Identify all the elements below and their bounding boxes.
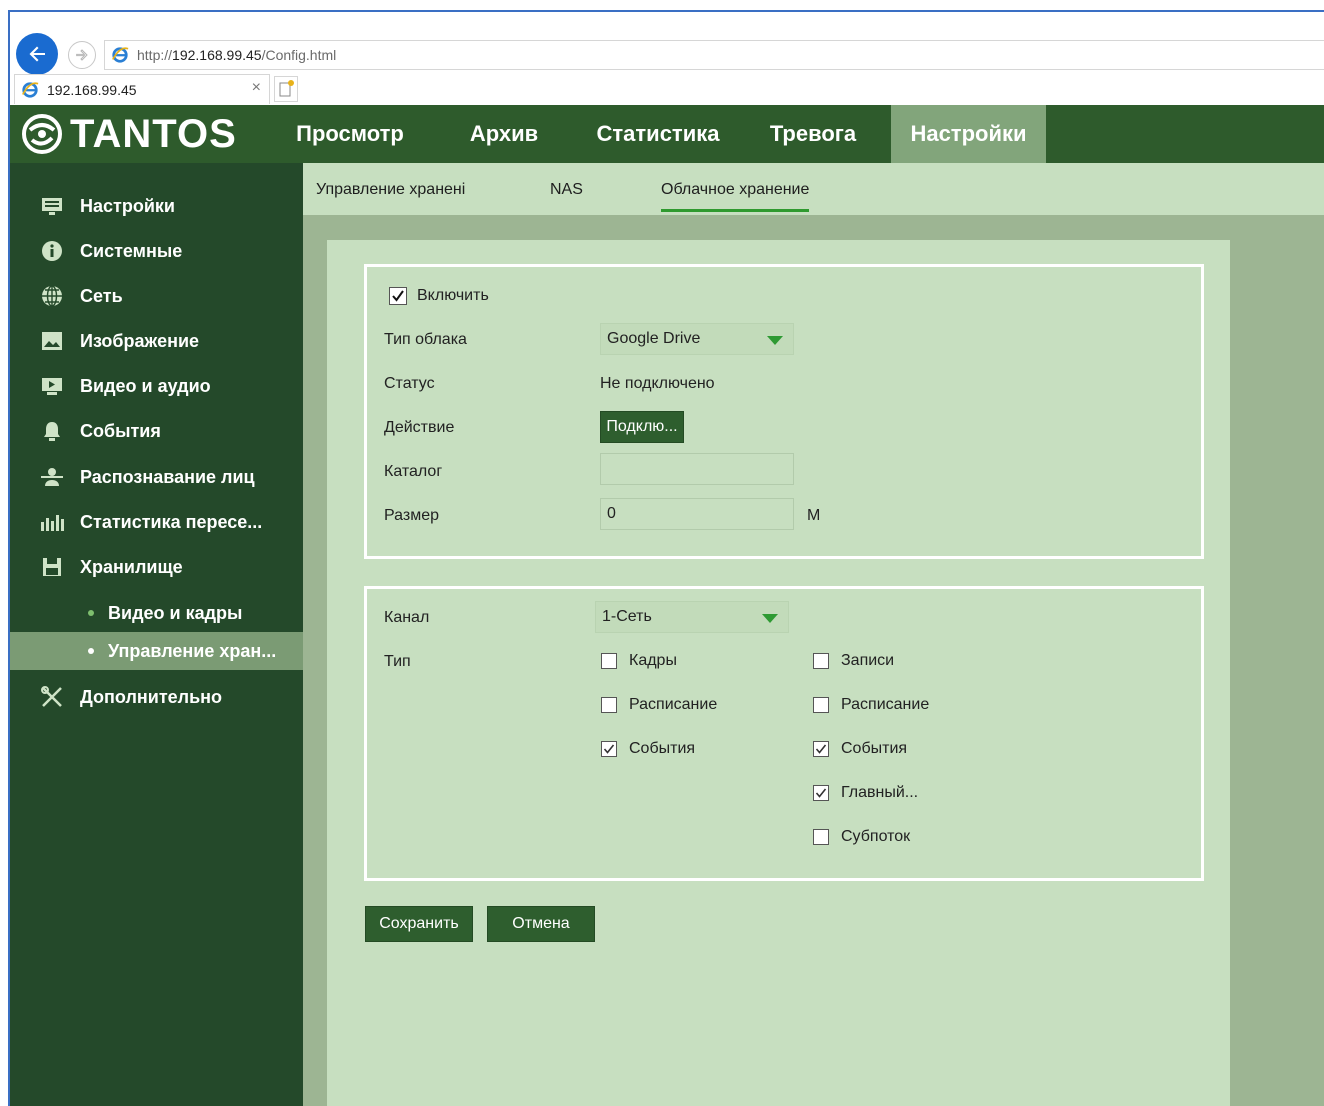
tab-nas[interactable]: NAS	[550, 181, 583, 199]
records-events-checkbox[interactable]	[813, 741, 829, 757]
nav-view[interactable]: Просмотр	[280, 105, 420, 163]
bullet-icon	[88, 610, 94, 616]
nav-settings[interactable]: Настройки	[891, 105, 1046, 163]
ie-icon	[22, 82, 39, 98]
bullet-icon	[88, 648, 94, 654]
sidebar-item-storage-management[interactable]: Управление хран...	[10, 632, 303, 670]
url-text: http://192.168.99.45/Config.html	[137, 47, 337, 63]
cloud-settings-box: Включить Тип облака Google Drive Статус …	[364, 264, 1204, 559]
arrow-right-icon	[76, 49, 88, 61]
sidebar-item-settings[interactable]: Настройки	[10, 187, 303, 225]
check-icon	[815, 788, 827, 798]
frames-events-label: События	[629, 740, 696, 757]
address-bar[interactable]: http://192.168.99.45/Config.html	[104, 40, 1324, 70]
storage-subtabs: Управление хранені NAS Облачное хранение	[303, 163, 1324, 215]
records-events-label: События	[841, 740, 908, 757]
image-icon	[40, 329, 64, 353]
tantos-logo: TANTOS	[20, 111, 237, 157]
settings-panel: Включить Тип облака Google Drive Статус …	[327, 240, 1230, 1106]
check-icon	[392, 290, 404, 302]
frames-schedule-checkbox[interactable]	[601, 697, 617, 713]
size-input[interactable]	[600, 498, 794, 530]
frames-schedule-label: Расписание	[629, 696, 718, 713]
frames-label: Кадры	[629, 652, 677, 669]
arrow-left-icon	[29, 46, 45, 62]
browser-tab[interactable]: 192.168.99.45 ×	[14, 74, 270, 104]
channel-settings-box: Канал 1-Сеть Тип Кадры Расписание Событи…	[364, 586, 1204, 881]
forward-button[interactable]	[68, 41, 96, 69]
records-schedule-label: Расписание	[841, 696, 930, 713]
mainstream-label: Главный...	[841, 784, 919, 801]
tab-cloud-storage[interactable]: Облачное хранение	[661, 181, 810, 212]
check-icon	[603, 744, 615, 754]
catalog-input[interactable]	[600, 453, 794, 485]
globe-icon	[40, 284, 64, 308]
sidebar-item-video-frames[interactable]: Видео и кадры	[10, 594, 303, 632]
sidebar-item-crossing-statistics[interactable]: Статистика пересе...	[10, 503, 303, 541]
status-label: Статус	[384, 375, 435, 392]
sidebar-item-events[interactable]: События	[10, 412, 303, 450]
records-checkbox[interactable]	[813, 653, 829, 669]
close-tab-icon[interactable]: ×	[252, 79, 261, 97]
sidebar-item-advanced[interactable]: Дополнительно	[10, 678, 303, 716]
substream-label: Субпоток	[841, 828, 911, 845]
tools-icon	[40, 685, 64, 709]
check-icon	[815, 744, 827, 754]
records-schedule-checkbox[interactable]	[813, 697, 829, 713]
enable-label: Включить	[417, 287, 489, 304]
enable-checkbox[interactable]	[389, 287, 407, 305]
frames-checkbox[interactable]	[601, 653, 617, 669]
connect-button[interactable]: Подклю...	[600, 411, 684, 443]
sidebar-item-face-recognition[interactable]: Распознавание лиц	[10, 458, 303, 496]
nav-alarm[interactable]: Тревога	[758, 105, 868, 163]
action-label: Действие	[384, 419, 455, 436]
top-navigation: TANTOS Просмотр Архив Статистика Тревога…	[10, 105, 1324, 163]
catalog-label: Каталог	[384, 463, 443, 480]
new-tab-icon	[279, 80, 294, 97]
brand-name: TANTOS	[70, 111, 237, 156]
content-area: Включить Тип облака Google Drive Статус …	[303, 215, 1324, 1106]
sidebar: Настройки Системные Сеть Изображение Вид…	[10, 163, 303, 1106]
cloud-type-select[interactable]: Google Drive	[600, 323, 794, 355]
sidebar-item-system[interactable]: Системные	[10, 232, 303, 270]
face-icon	[40, 465, 64, 489]
info-icon	[40, 239, 64, 263]
records-label: Записи	[841, 652, 895, 669]
settings-list-icon	[40, 194, 64, 218]
bell-icon	[40, 419, 64, 443]
cancel-button[interactable]: Отмена	[487, 906, 595, 942]
status-value: Не подключено	[600, 375, 715, 392]
channel-value: 1-Сеть	[602, 608, 652, 625]
channel-label: Канал	[384, 609, 430, 626]
sidebar-item-video-audio[interactable]: Видео и аудио	[10, 367, 303, 405]
mainstream-checkbox[interactable]	[813, 785, 829, 801]
ie-icon	[112, 47, 129, 63]
logo-icon	[22, 114, 62, 154]
sidebar-item-network[interactable]: Сеть	[10, 277, 303, 315]
frames-events-checkbox[interactable]	[601, 741, 617, 757]
browser-chrome: http://192.168.99.45/Config.html 192.168…	[10, 12, 1324, 105]
dropdown-arrow-icon	[767, 336, 783, 345]
video-icon	[40, 374, 64, 398]
floppy-icon	[40, 555, 64, 579]
size-unit: M	[807, 507, 821, 524]
tab-title: 192.168.99.45	[47, 82, 137, 98]
sidebar-item-storage[interactable]: Хранилище	[10, 548, 303, 586]
type-label: Тип	[384, 653, 411, 670]
bar-chart-icon	[40, 510, 64, 534]
save-button[interactable]: Сохранить	[365, 906, 473, 942]
cloud-type-value: Google Drive	[607, 330, 701, 347]
dropdown-arrow-icon	[762, 614, 778, 623]
nav-archive[interactable]: Архив	[450, 105, 558, 163]
tab-storage-management[interactable]: Управление хранені	[316, 181, 465, 199]
new-tab-button[interactable]	[274, 76, 298, 102]
back-button[interactable]	[16, 33, 58, 75]
channel-select[interactable]: 1-Сеть	[595, 601, 789, 633]
nav-statistics[interactable]: Статистика	[588, 105, 728, 163]
size-label: Размер	[384, 507, 439, 524]
sidebar-item-image[interactable]: Изображение	[10, 322, 303, 360]
substream-checkbox[interactable]	[813, 829, 829, 845]
cloud-type-label: Тип облака	[384, 331, 467, 348]
